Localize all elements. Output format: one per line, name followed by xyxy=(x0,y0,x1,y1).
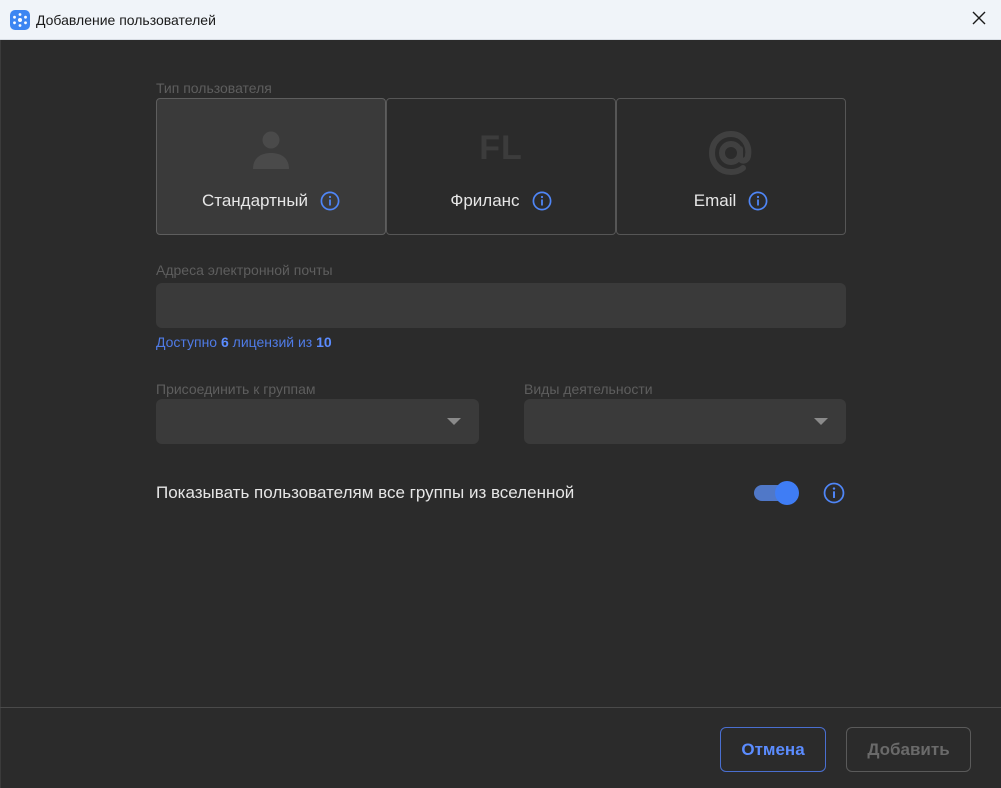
footer-divider xyxy=(0,707,1001,708)
license-total: 10 xyxy=(316,334,332,350)
chevron-down-icon xyxy=(447,418,461,425)
title-bar: Добавление пользователей xyxy=(0,0,1001,40)
user-type-standard-card[interactable]: Стандартный xyxy=(156,98,386,235)
info-icon[interactable] xyxy=(748,191,768,211)
user-type-label: Тип пользователя xyxy=(156,80,272,96)
user-type-freelance-label: Фриланс xyxy=(450,191,520,210)
license-prefix: Доступно xyxy=(156,334,218,350)
email-field[interactable] xyxy=(156,283,846,328)
add-button[interactable]: Добавить xyxy=(846,727,971,772)
close-button[interactable] xyxy=(967,8,991,32)
info-icon[interactable] xyxy=(532,191,552,211)
window-edge xyxy=(0,40,1,788)
window-title: Добавление пользователей xyxy=(36,12,216,28)
show-groups-toggle[interactable] xyxy=(754,481,800,505)
license-available: 6 xyxy=(220,334,229,350)
app-logo-icon xyxy=(10,10,30,30)
add-users-dialog: Добавление пользователей Тип пользовател… xyxy=(0,0,1001,788)
fl-badge-icon: FL xyxy=(479,129,523,167)
chevron-down-icon xyxy=(814,418,828,425)
activities-label: Виды деятельности xyxy=(524,381,653,397)
toggle-knob xyxy=(775,481,799,505)
show-groups-label: Показывать пользователям все группы из в… xyxy=(156,483,575,502)
user-type-email-card[interactable]: Email xyxy=(616,98,846,235)
user-type-freelance-card[interactable]: FL Фриланс xyxy=(386,98,616,235)
close-icon xyxy=(972,11,986,30)
at-sign-icon xyxy=(705,127,757,184)
info-icon[interactable] xyxy=(320,191,340,211)
person-icon xyxy=(249,127,293,176)
user-type-standard-label: Стандартный xyxy=(201,191,309,210)
groups-select[interactable] xyxy=(156,399,479,444)
user-type-email-label: Email xyxy=(693,191,737,210)
license-counter: Доступно 6 лицензий из 10 xyxy=(156,334,332,350)
email-field-label: Адреса электронной почты xyxy=(156,262,333,278)
license-middle: лицензий из xyxy=(232,334,313,350)
info-icon[interactable] xyxy=(823,482,845,504)
cancel-button[interactable]: Отмена xyxy=(720,727,826,772)
activities-select[interactable] xyxy=(524,399,846,444)
groups-label: Присоединить к группам xyxy=(156,381,316,397)
